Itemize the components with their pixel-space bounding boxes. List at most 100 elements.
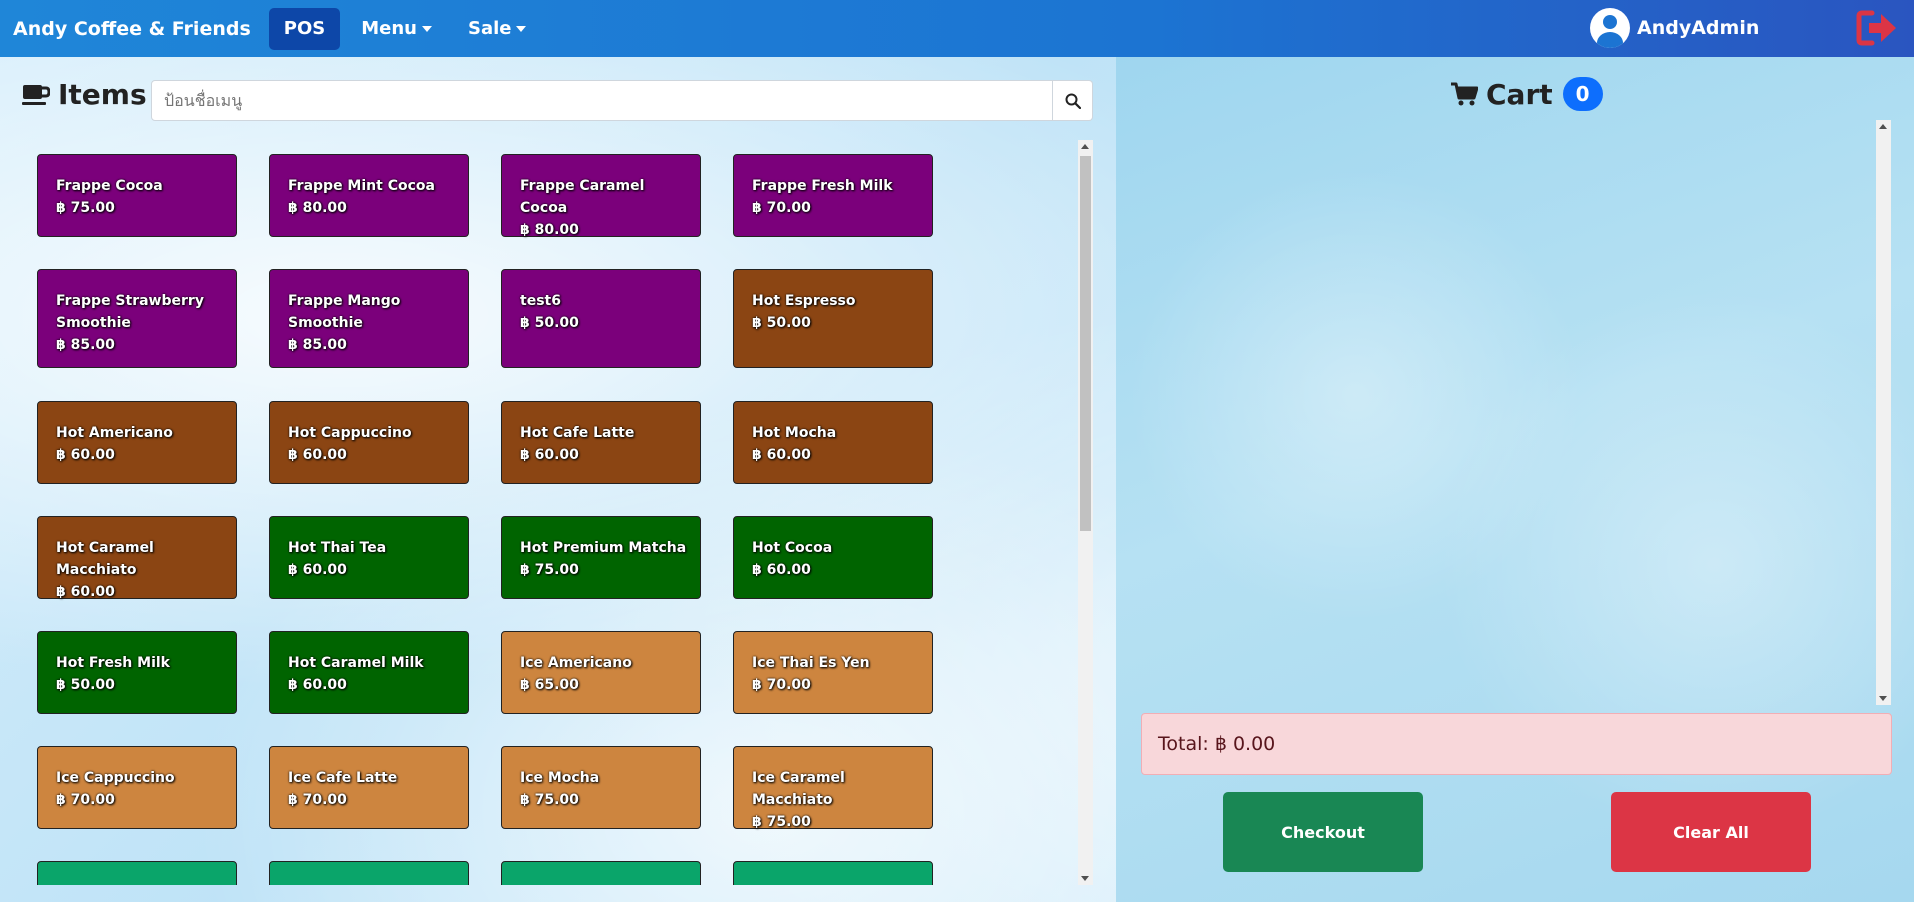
- menu-item-tile[interactable]: [37, 861, 237, 885]
- scroll-down-icon[interactable]: [1879, 696, 1887, 701]
- menu-item-tile[interactable]: Frappe Strawberry Smoothie ฿ 85.00: [37, 269, 237, 368]
- menu-item-tile[interactable]: Ice Caramel Macchiato ฿ 75.00: [733, 746, 933, 830]
- menu-item-name: Ice Mocha: [520, 770, 600, 786]
- menu-item-tile[interactable]: [733, 861, 933, 885]
- menu-item-name: test6: [520, 293, 561, 309]
- menu-item-tile[interactable]: [269, 861, 469, 885]
- menu-item-price: ฿ 60.00: [56, 447, 115, 463]
- menu-item-price: ฿ 65.00: [520, 677, 579, 693]
- menu-item-name: Ice Cafe Latte: [288, 770, 398, 786]
- items-scroll-thumb[interactable]: [1080, 156, 1091, 531]
- menu-item-price: ฿ 80.00: [520, 222, 579, 238]
- menu-item-name: Hot Thai Tea: [288, 540, 387, 556]
- items-heading: Items: [22, 78, 147, 111]
- menu-item-tile[interactable]: [501, 861, 701, 885]
- menu-item-name: Frappe Mint Cocoa: [288, 178, 435, 194]
- items-scrollbar[interactable]: [1078, 140, 1093, 885]
- menu-item-tile[interactable]: Hot Caramel Milk ฿ 60.00: [269, 631, 469, 714]
- user-menu[interactable]: AndyAdmin: [1590, 8, 1759, 48]
- nav-menu-label: Menu: [361, 17, 417, 39]
- scroll-up-icon[interactable]: [1081, 144, 1089, 149]
- shopping-cart-icon: [1451, 82, 1478, 106]
- user-name: AndyAdmin: [1637, 17, 1760, 39]
- menu-item-price: ฿ 70.00: [752, 200, 811, 216]
- nav-menu-dropdown[interactable]: Menu: [346, 8, 447, 50]
- menu-item-tile[interactable]: Hot Fresh Milk ฿ 50.00: [37, 631, 237, 714]
- menu-item-tile[interactable]: Hot Premium Matcha ฿ 75.00: [501, 516, 701, 599]
- menu-item-price: ฿ 60.00: [752, 447, 811, 463]
- menu-item-price: ฿ 75.00: [752, 814, 811, 830]
- menu-item-tile[interactable]: Hot Cafe Latte ฿ 60.00: [501, 401, 701, 484]
- cart-heading: Cart 0: [1450, 77, 1603, 111]
- menu-item-price: ฿ 85.00: [56, 337, 115, 353]
- coffee-cup-icon: [22, 84, 50, 105]
- menu-item-price: ฿ 70.00: [752, 677, 811, 693]
- menu-item-name: Hot Americano: [56, 425, 173, 441]
- menu-item-name: Frappe Cocoa: [56, 178, 163, 194]
- menu-item-tile[interactable]: Ice Thai Es Yen ฿ 70.00: [733, 631, 933, 714]
- menu-item-tile[interactable]: Ice Cafe Latte ฿ 70.00: [269, 746, 469, 829]
- scroll-up-icon[interactable]: [1879, 124, 1887, 129]
- menu-item-price: ฿ 50.00: [520, 315, 579, 331]
- search-group: [151, 80, 1093, 121]
- menu-item-tile[interactable]: Hot Americano ฿ 60.00: [37, 401, 237, 484]
- nav-sale-dropdown[interactable]: Sale: [453, 8, 542, 50]
- menu-item-name: Ice Thai Es Yen: [752, 655, 870, 671]
- menu-item-tile[interactable]: Ice Cappuccino ฿ 70.00: [37, 746, 237, 829]
- menu-item-price: ฿ 60.00: [288, 677, 347, 693]
- menu-item-tile[interactable]: Hot Espresso ฿ 50.00: [733, 269, 933, 368]
- chevron-down-icon: [516, 25, 527, 32]
- user-avatar-icon: [1590, 8, 1630, 48]
- brand-link[interactable]: Andy Coffee & Friends: [13, 18, 251, 40]
- menu-item-name: Frappe Mango Smoothie: [288, 293, 401, 331]
- menu-item-name: Ice Cappuccino: [56, 770, 175, 786]
- chevron-down-icon: [421, 25, 432, 32]
- cart-count-badge: 0: [1562, 77, 1603, 111]
- menu-item-name: Hot Caramel Milk: [288, 655, 424, 671]
- menu-item-tile[interactable]: Ice Americano ฿ 65.00: [501, 631, 701, 714]
- items-title-text: Items: [58, 78, 147, 111]
- menu-item-name: Hot Mocha: [752, 425, 837, 441]
- clear-all-button[interactable]: Clear All: [1611, 792, 1811, 872]
- menu-item-tile[interactable]: Hot Caramel Macchiato ฿ 60.00: [37, 516, 237, 600]
- search-icon: [1065, 93, 1081, 109]
- menu-item-price: ฿ 60.00: [752, 562, 811, 578]
- menu-item-name: Frappe Caramel Cocoa: [520, 178, 645, 216]
- menu-item-price: ฿ 50.00: [752, 315, 811, 331]
- search-input[interactable]: [151, 80, 1053, 121]
- menu-item-tile[interactable]: Frappe Mango Smoothie ฿ 85.00: [269, 269, 469, 368]
- menu-item-price: ฿ 60.00: [520, 447, 579, 463]
- search-button[interactable]: [1053, 80, 1093, 121]
- menu-item-tile[interactable]: test6 ฿ 50.00: [501, 269, 701, 368]
- menu-item-name: Hot Cocoa: [752, 540, 833, 556]
- logout-icon[interactable]: [1856, 9, 1898, 47]
- menu-item-tile[interactable]: Hot Cocoa ฿ 60.00: [733, 516, 933, 599]
- menu-item-name: Frappe Fresh Milk: [752, 178, 893, 194]
- cart-panel: [1116, 57, 1914, 902]
- checkout-button[interactable]: Checkout: [1223, 792, 1423, 872]
- menu-item-tile[interactable]: Frappe Fresh Milk ฿ 70.00: [733, 154, 933, 237]
- cart-total: Total: ฿ 0.00: [1141, 713, 1892, 775]
- menu-item-tile[interactable]: Hot Thai Tea ฿ 60.00: [269, 516, 469, 599]
- menu-item-name: Hot Premium Matcha: [520, 540, 687, 556]
- menu-item-tile[interactable]: Hot Mocha ฿ 60.00: [733, 401, 933, 484]
- menu-item-tile[interactable]: Hot Cappuccino ฿ 60.00: [269, 401, 469, 484]
- menu-item-tile[interactable]: Frappe Cocoa ฿ 75.00: [37, 154, 237, 237]
- scroll-down-icon[interactable]: [1081, 876, 1089, 881]
- menu-item-price: ฿ 60.00: [56, 584, 115, 600]
- menu-item-tile[interactable]: Ice Mocha ฿ 75.00: [501, 746, 701, 829]
- nav-pos[interactable]: POS: [268, 7, 341, 50]
- menu-item-name: Frappe Strawberry Smoothie: [56, 293, 204, 331]
- menu-item-price: ฿ 85.00: [288, 337, 347, 353]
- nav-sale-label: Sale: [467, 17, 512, 39]
- menu-item-price: ฿ 60.00: [288, 562, 347, 578]
- menu-item-tile[interactable]: Frappe Caramel Cocoa ฿ 80.00: [501, 154, 701, 238]
- menu-item-name: Hot Cafe Latte: [520, 425, 635, 441]
- menu-item-price: ฿ 80.00: [288, 200, 347, 216]
- menu-item-price: ฿ 70.00: [288, 792, 347, 808]
- menu-item-name: Hot Espresso: [752, 293, 856, 309]
- menu-item-price: ฿ 60.00: [288, 447, 347, 463]
- menu-item-price: ฿ 50.00: [56, 677, 115, 693]
- cart-scrollbar[interactable]: [1876, 120, 1891, 705]
- menu-item-tile[interactable]: Frappe Mint Cocoa ฿ 80.00: [269, 154, 469, 237]
